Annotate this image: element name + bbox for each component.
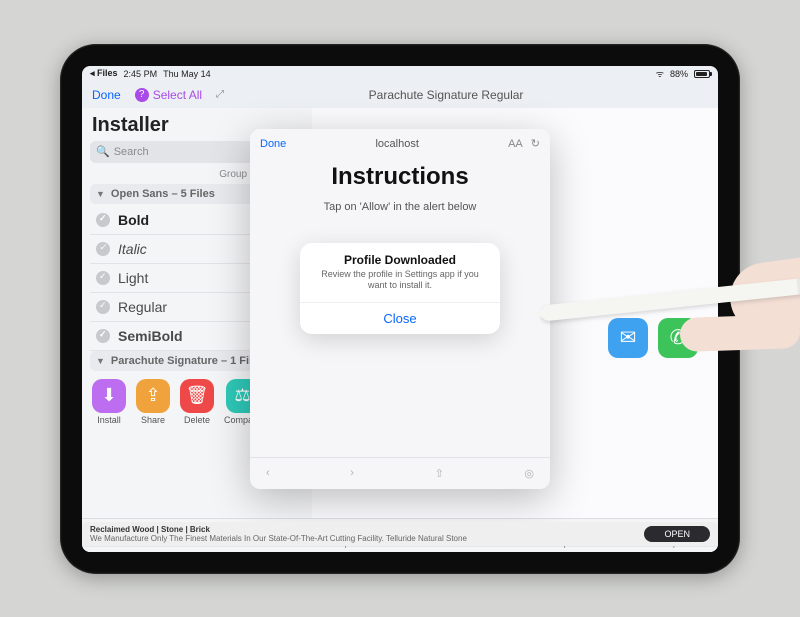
ipad-screen: ◂ Files 2:45 PM Thu May 14 ᯤ 88% Done ? … (82, 66, 718, 552)
ad-sub: We Manufacture Only The Finest Materials… (90, 534, 467, 543)
alert-message: Review the profile in Settings app if yo… (300, 269, 500, 302)
sheet-done[interactable]: Done (260, 138, 286, 150)
ad-banner[interactable]: Reclaimed Wood | Stone | Brick We Manufa… (82, 522, 718, 546)
profile-alert: Profile Downloaded Review the profile in… (300, 243, 500, 334)
download-icon: ⬇ (92, 379, 126, 413)
ipad-bezel: ◂ Files 2:45 PM Thu May 14 ᯤ 88% Done ? … (60, 44, 740, 574)
alert-close-button[interactable]: Close (300, 302, 500, 334)
alert-title: Profile Downloaded (300, 243, 500, 269)
status-time: 2:45 PM (124, 69, 158, 79)
check-icon (96, 213, 110, 227)
phone-app-icon[interactable]: ✆ (658, 318, 698, 358)
check-icon (96, 242, 110, 256)
sheet-host: localhost (375, 138, 418, 150)
text-size-icon[interactable]: AA (508, 138, 523, 150)
delete-button[interactable]: 🗑Delete (180, 379, 214, 425)
trash-icon: 🗑 (180, 379, 214, 413)
app-icon-row: ✉ ✆ (608, 318, 698, 358)
expand-icon[interactable]: ⤢ (216, 89, 224, 100)
install-button[interactable]: ⬇Install (92, 379, 126, 425)
mail-app-icon[interactable]: ✉ (608, 318, 648, 358)
share-icon: ⇪ (136, 379, 170, 413)
share-button[interactable]: ⇪Share (136, 379, 170, 425)
app-nav: Done ? Select All ⤢ Parachute Signature … (82, 82, 718, 108)
battery-icon (694, 70, 710, 78)
check-icon (96, 300, 110, 314)
wifi-icon: ᯤ (656, 67, 664, 80)
battery-pct: 88% (670, 69, 688, 79)
nav-select-all[interactable]: ? Select All (135, 88, 202, 102)
sheet-subheading: Tap on 'Allow' in the alert below (260, 201, 540, 213)
ad-open-button[interactable]: OPEN (644, 526, 710, 542)
browser-forward-icon[interactable]: › (350, 467, 354, 479)
web-sheet: Done localhost AA ↻ Instructions Tap on … (250, 129, 550, 489)
sheet-heading: Instructions (260, 163, 540, 191)
status-date: Thu May 14 (163, 69, 211, 79)
check-icon (96, 329, 110, 343)
search-icon: 🔍 (96, 145, 110, 158)
back-to-app[interactable]: ◂ Files (90, 68, 118, 79)
browser-share-icon[interactable]: ⇧ (435, 467, 444, 480)
status-bar: ◂ Files 2:45 PM Thu May 14 ᯤ 88% (82, 66, 718, 82)
browser-back-icon[interactable]: ‹ (266, 467, 270, 479)
browser-tabs-icon[interactable]: ◎ (524, 467, 534, 480)
help-icon: ? (135, 88, 149, 102)
ad-headline: Reclaimed Wood | Stone | Brick (90, 525, 467, 534)
chevron-down-icon: ▼ (96, 189, 105, 199)
refresh-icon[interactable]: ↻ (531, 137, 540, 150)
chevron-down-icon: ▼ (96, 356, 105, 366)
check-icon (96, 271, 110, 285)
nav-done[interactable]: Done (92, 88, 121, 102)
preview-title: Parachute Signature Regular (369, 88, 524, 102)
